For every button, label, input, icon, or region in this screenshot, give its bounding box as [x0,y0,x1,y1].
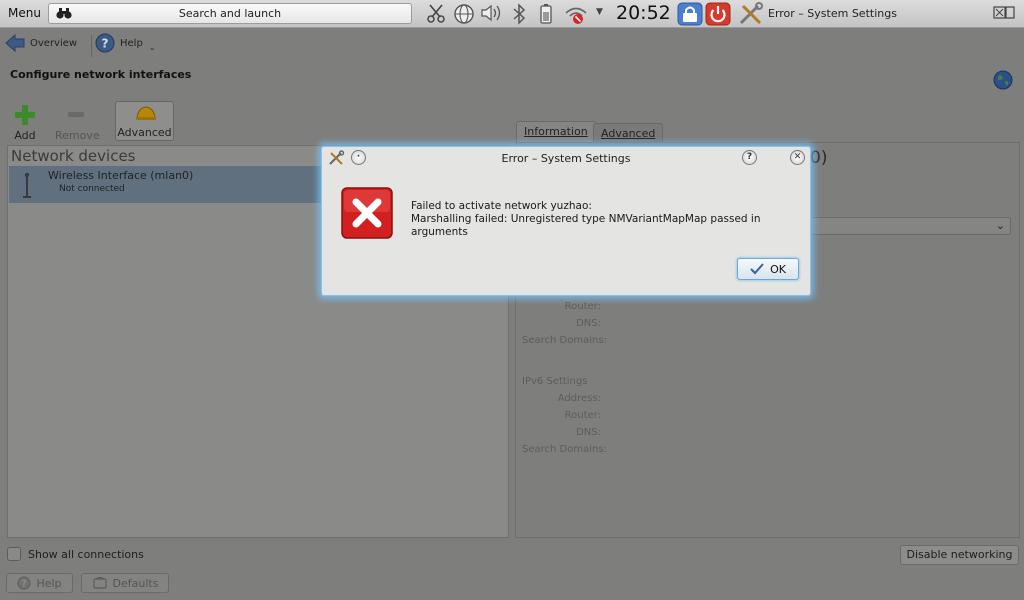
menu-button[interactable]: Menu [8,6,41,20]
connection-select[interactable]: ⌄ [806,217,1011,235]
plus-icon [15,105,35,125]
system-settings-window: Overview ? Help ⌄ Configure network inte… [0,28,1024,600]
chevron-down-icon[interactable]: ▼ [596,7,603,17]
help-menu-button[interactable]: ? Help ⌄ [95,33,156,53]
search-and-launch-box[interactable]: Search and launch [48,3,412,24]
wireless-antenna-icon [23,172,31,198]
ipv6-settings-heading: IPv6 Settings [522,376,588,387]
tab-information[interactable]: Information [516,121,596,143]
dialog-titlebar[interactable]: · Error – System Settings ? ✕ [322,147,810,169]
add-label: Add [14,129,36,142]
ipv6-address-label: Address: [557,393,601,404]
checkmark-icon [750,263,764,275]
advanced-label: Advanced [117,126,172,139]
back-arrow-icon [5,33,25,53]
overview-button[interactable]: Overview [5,33,77,53]
bluetooth-icon[interactable] [512,3,526,25]
clock[interactable]: 20:52 [616,2,671,24]
tab-advanced[interactable]: Advanced [593,123,664,143]
system-settings-icon[interactable] [738,2,764,26]
interface-title-fragment: 0) [810,148,828,168]
ipv6-dns-label: DNS: [576,427,601,438]
error-message-line1: Failed to activate network yuzhao: [411,200,592,212]
volume-icon[interactable] [480,3,504,23]
defaults-button[interactable]: Defaults [81,573,169,593]
help-footer-button[interactable]: ? Help [6,573,73,593]
ipv6-router-label: Router: [564,410,601,421]
chevron-down-icon: ⌄ [995,219,1005,232]
ipv4-dns-label: DNS: [576,318,601,329]
help-footer-label: Help [36,576,62,590]
remove-button[interactable]: Remove [55,104,100,142]
dialog-title: Error – System Settings [501,152,631,165]
defaults-icon [92,576,107,589]
remove-label: Remove [55,129,100,142]
top-panel: Menu Search and launch ▼ 20:52 Error – S… [0,0,1024,28]
wifi-disconnected-icon[interactable] [563,3,589,25]
ok-button[interactable]: OK [737,258,799,280]
add-button[interactable]: Add [11,104,39,142]
show-all-connections-checkbox[interactable]: Show all connections [7,547,144,561]
error-dialog: · Error – System Settings ? ✕ Failed to … [321,146,811,296]
defaults-label: Defaults [112,576,159,590]
disable-networking-button[interactable]: Disable networking [900,545,1019,565]
battery-icon[interactable] [537,3,555,25]
error-icon [341,187,393,239]
minus-icon [68,112,84,117]
network-globe-icon[interactable] [453,3,475,25]
page-title: Configure network interfaces [10,68,192,81]
active-window-title[interactable]: Error – System Settings [768,7,897,20]
help-icon: ? [95,33,115,53]
error-message-line2: Marshalling failed: Unregistered type NM… [411,213,761,238]
error-message: Failed to activate network yuzhao: Marsh… [411,200,810,239]
checkbox-box[interactable] [7,547,21,561]
power-icon[interactable] [705,2,731,26]
nav-separator [91,35,92,57]
window-list-icon[interactable] [993,6,1015,20]
tab-advanced-label: Advanced [601,127,656,140]
close-icon[interactable]: ✕ [790,150,805,165]
ipv6-search-domains-label: Search Domains: [522,444,607,455]
ipv4-router-label: Router: [564,301,601,312]
svg-text:?: ? [22,580,27,590]
globe-icon[interactable] [993,70,1013,90]
show-all-connections-label: Show all connections [28,547,144,561]
network-devices-header: Network devices [11,147,136,165]
help-icon: ? [17,576,31,590]
advanced-button[interactable]: Advanced [115,101,174,141]
ok-label: OK [770,262,786,276]
overview-label: Overview [30,37,78,49]
chevron-down-icon: ⌄ [148,42,156,52]
lock-screen-icon[interactable] [677,2,703,26]
scissors-icon[interactable] [427,3,445,23]
search-label: Search and launch [178,7,282,20]
hard-hat-icon [136,106,156,120]
ipv4-search-domains-label: Search Domains: [522,335,607,346]
svg-text:?: ? [102,37,109,51]
device-status: Not connected [59,184,125,194]
help-icon[interactable]: ? [742,150,757,165]
help-label: Help [120,37,143,49]
device-name: Wireless Interface (mlan0) [48,169,194,182]
tab-information-label: Information [524,125,588,138]
